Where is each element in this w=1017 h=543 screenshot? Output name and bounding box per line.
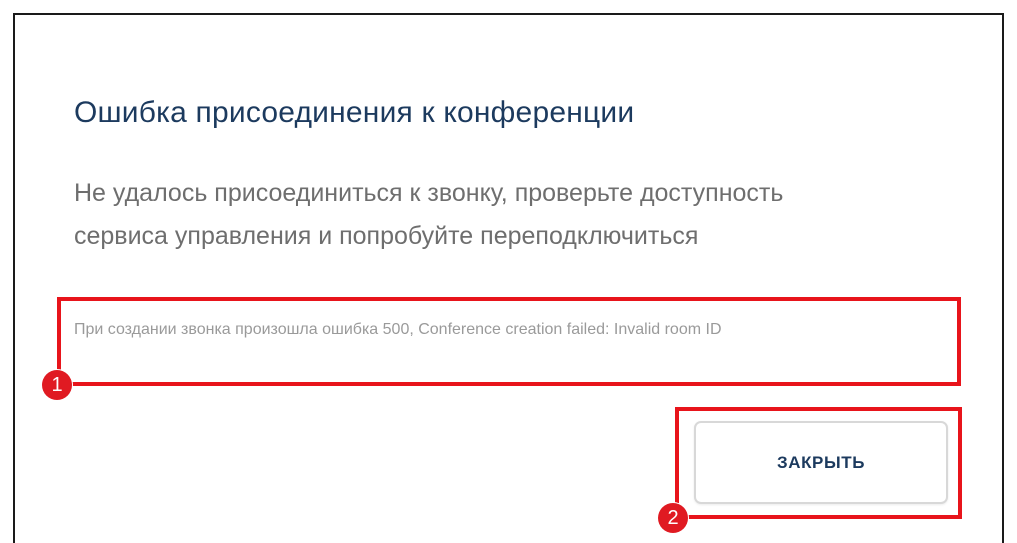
annotation-highlight-error-details	[57, 297, 961, 386]
dialog-message: Не удалось присоединиться к звонку, пров…	[74, 179, 784, 250]
dialog-title: Ошибка присоединения к конференции	[74, 96, 635, 129]
annotation-highlight-close-button	[675, 407, 962, 519]
screenshot-page: Ошибка присоединения к конференции Не уд…	[0, 0, 1017, 543]
annotation-marker-1: 1	[42, 370, 72, 400]
annotation-marker-2: 2	[658, 503, 688, 533]
